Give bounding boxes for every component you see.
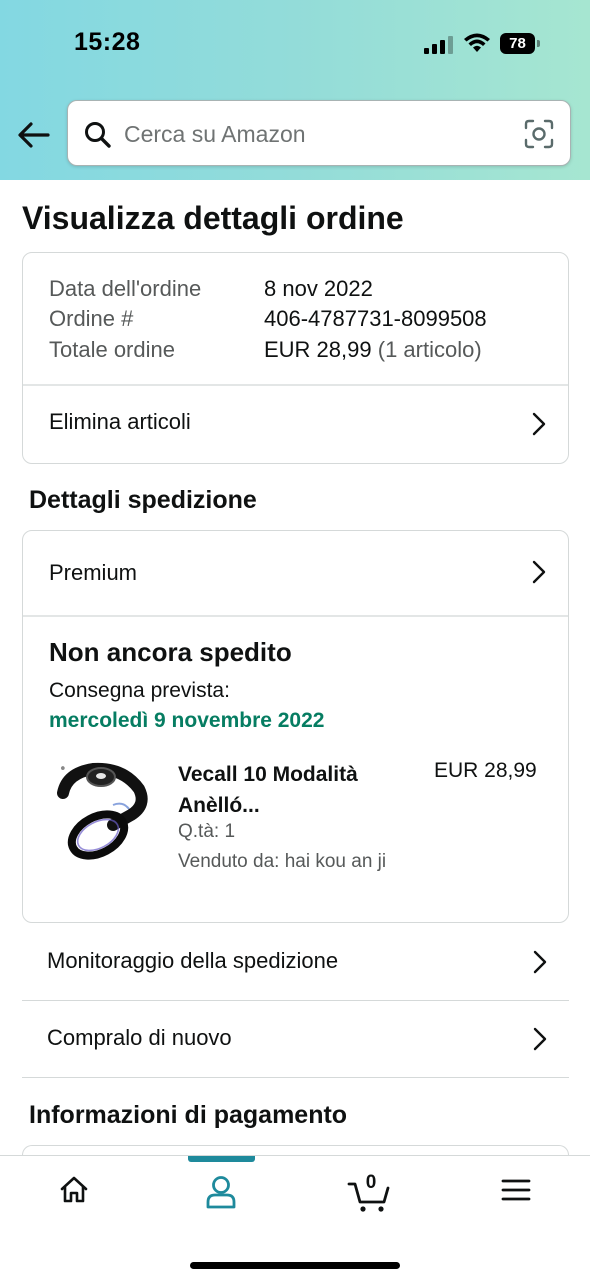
buy-again-row[interactable]: Compralo di nuovo (22, 1001, 569, 1078)
product-title-line-2: Anèlló... (178, 794, 260, 817)
order-total-value: EUR 28,99 (1 articolo) (264, 337, 482, 363)
order-number-value: 406-4787731-8099508 (264, 306, 487, 331)
delivery-estimate-date: mercoledì 9 novembre 2022 (49, 709, 325, 732)
tab-cart[interactable]: 0 (340, 1172, 400, 1218)
screen: 15:28 78 Cerca su Amazon Visualizza dett… (0, 0, 590, 1280)
shipping-method-row[interactable]: Premium (23, 531, 568, 615)
active-tab-indicator (188, 1156, 255, 1162)
delete-items-label: Elimina articoli (49, 409, 191, 434)
search-icon (85, 122, 111, 148)
user-icon (206, 1176, 236, 1209)
header: 15:28 78 (0, 0, 590, 180)
order-date-label: Data dell'ordine (49, 276, 202, 301)
home-icon (60, 1176, 88, 1203)
page-title: Visualizza dettagli ordine (22, 200, 404, 236)
product-quantity: Q.tà: 1 (178, 821, 236, 842)
tab-account[interactable] (191, 1174, 251, 1218)
chevron-right-icon (532, 560, 546, 584)
chevron-right-icon (533, 950, 547, 974)
home-indicator (190, 1262, 400, 1269)
shipping-section-title: Dettagli spedizione (29, 486, 257, 514)
delivery-estimate-label: Consegna prevista: (49, 679, 230, 702)
order-number-label: Ordine # (49, 306, 134, 331)
shipping-card: Premium Non ancora spedito Consegna prev… (22, 530, 569, 923)
back-arrow-icon[interactable] (16, 119, 52, 151)
chevron-right-icon (532, 412, 546, 436)
order-date-value: 8 nov 2022 (264, 276, 373, 301)
order-total-items: (1 articolo) (377, 337, 482, 362)
product-seller: Venduto da: hai kou an ji (178, 851, 387, 872)
shipping-method-label: Premium (49, 560, 138, 585)
bottom-tab-bar: 0 (0, 1155, 590, 1280)
product-image[interactable]: • (53, 753, 149, 861)
delete-items-row[interactable]: Elimina articoli (23, 385, 568, 463)
cellular-signal-icon (424, 36, 453, 54)
shipment-status: Non ancora spedito (49, 637, 292, 667)
status-bar: 15:28 78 (0, 0, 590, 90)
battery-icon: 78 (500, 33, 540, 54)
order-total-label: Totale ordine (49, 337, 175, 362)
product-price: EUR 28,99 (434, 759, 537, 782)
tab-home[interactable] (44, 1174, 104, 1218)
cart-count-badge: 0 (365, 1172, 377, 1193)
product-title[interactable]: Vecall 10 Modalità Anèlló... (178, 759, 418, 821)
track-shipment-label: Monitoraggio della spedizione (47, 948, 339, 973)
wifi-icon (464, 33, 490, 52)
order-summary-card: Data dell'ordine 8 nov 2022 Ordine # 406… (22, 252, 569, 464)
hamburger-menu-icon (501, 1179, 531, 1201)
status-time: 15:28 (74, 28, 141, 56)
search-bar[interactable] (67, 100, 571, 166)
payment-section-title: Informazioni di pagamento (29, 1101, 348, 1129)
divider (23, 615, 568, 617)
search-input[interactable] (124, 115, 504, 153)
buy-again-label: Compralo di nuovo (47, 1025, 232, 1050)
tab-menu[interactable] (486, 1174, 546, 1218)
camera-lens-icon[interactable] (524, 119, 554, 149)
product-title-line-1: Vecall 10 Modalità (178, 763, 358, 786)
chevron-right-icon (533, 1027, 547, 1051)
track-shipment-row[interactable]: Monitoraggio della spedizione (22, 924, 569, 1001)
battery-level: 78 (509, 35, 526, 52)
order-total-amount: EUR 28,99 (264, 337, 372, 362)
svg-text:•: • (59, 762, 67, 777)
